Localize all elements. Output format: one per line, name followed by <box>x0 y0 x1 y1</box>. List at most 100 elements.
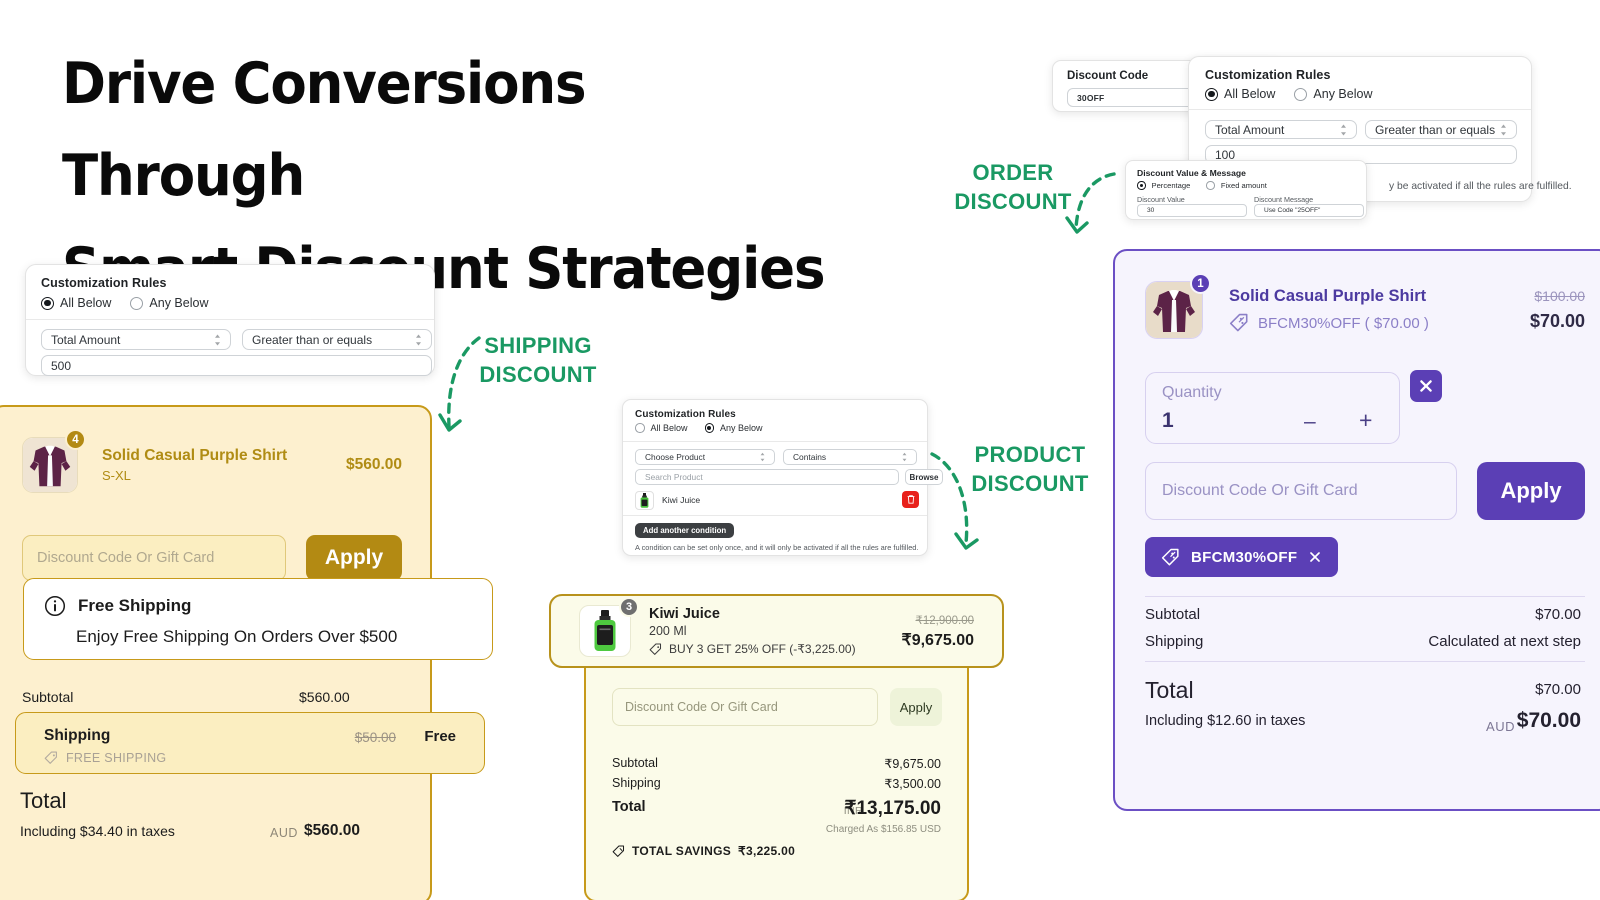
charged-as-note: Charged As $156.85 USD <box>825 824 941 835</box>
cart-item-deal-label: BFCM30%OFF ( $70.00 ) <box>1258 314 1429 332</box>
chevron-updown-icon <box>215 334 220 345</box>
product-search-input[interactable]: Search Product <box>635 469 899 485</box>
cart-item-new-price: ₹9,675.00 <box>901 631 974 649</box>
order-rules-condition-value: Total Amount <box>1215 122 1285 137</box>
free-shipping-notice: Free Shipping Enjoy Free Shipping On Ord… <box>23 578 493 660</box>
add-another-condition-button[interactable]: Add another condition <box>635 523 735 538</box>
quantity-value: 1 <box>1162 409 1174 432</box>
product-rules-condition-select[interactable]: Choose Product <box>635 449 775 465</box>
shipping-value: ₹3,500.00 <box>884 777 941 791</box>
product-rules-any-below-label: Any Below <box>720 423 763 433</box>
discount-message-input[interactable]: Use Code "25OFF" <box>1254 204 1364 217</box>
discount-code-input[interactable]: Discount Code Or Gift Card <box>22 535 286 581</box>
discount-code-row: Discount Code Or Gift Card Apply <box>612 688 942 726</box>
discount-tag-icon <box>649 643 662 655</box>
page-title-line-1: Drive Conversions Through <box>62 51 587 210</box>
free-shipping-body: Enjoy Free Shipping On Orders Over $500 <box>76 627 398 646</box>
product-rules-all-below-option[interactable]: All Below <box>635 423 688 433</box>
product-rules-operator-select[interactable]: Contains <box>783 449 917 465</box>
product-rules-radio-group: All Below Any Below <box>635 423 763 433</box>
subtotal-value: $70.00 <box>1535 606 1581 623</box>
subtotal-label: Subtotal <box>22 689 74 705</box>
shipping-rules-any-below-label: Any Below <box>149 296 209 310</box>
product-rules-title: Customization Rules <box>635 409 736 420</box>
discount-type-fixed-option[interactable]: Fixed amount <box>1206 181 1267 190</box>
shipping-rules-condition-select[interactable]: Total Amount <box>41 329 231 350</box>
total-currency: AUD <box>1486 719 1515 734</box>
discount-tag-icon <box>44 751 57 764</box>
arrow-to-order-panel <box>1065 172 1116 234</box>
quantity-badge: 4 <box>65 429 86 450</box>
cart-item-deal: BFCM30%OFF ( $70.00 ) <box>1229 313 1429 333</box>
juice-bottle-icon <box>594 610 616 651</box>
total-currency: AUD <box>270 826 298 840</box>
shipping-rules-operator-select[interactable]: Greater than or equals <box>242 329 432 350</box>
shipping-final-price: Free <box>424 728 456 745</box>
discount-value-text: 30 <box>1147 207 1155 214</box>
quantity-decrease-button[interactable]: – <box>1304 410 1316 434</box>
discount-message-text: Use Code "25OFF" <box>1264 207 1321 214</box>
apply-button[interactable]: Apply <box>890 688 942 726</box>
discount-code-row: Discount Code Or Gift Card Apply <box>1145 462 1585 520</box>
discount-code-input[interactable]: Discount Code Or Gift Card <box>612 688 878 726</box>
shipping-rules-value: 500 <box>51 358 72 373</box>
shipping-rules-any-below-option[interactable]: Any Below <box>130 296 208 310</box>
shipping-label: Shipping <box>44 727 111 744</box>
discount-tag-icon <box>1161 548 1179 565</box>
discount-code-placeholder: Discount Code Or Gift Card <box>1162 482 1358 499</box>
cart-item-prices: ₹12,900.00 ₹9,675.00 <box>902 613 974 650</box>
quantity-label: Quantity <box>1162 384 1222 401</box>
discount-tag-icon <box>1229 313 1248 332</box>
applied-discount-chip[interactable]: BFCM30%OFF <box>1145 537 1339 577</box>
product-rules-helper-text: A condition can be set only once, and it… <box>635 543 919 552</box>
discount-type-fixed-label: Fixed amount <box>1220 181 1267 190</box>
selected-product-row: Kiwi Juice <box>635 489 919 511</box>
shipping-rules-title: Customization Rules <box>41 276 167 290</box>
remove-item-button[interactable] <box>1410 370 1442 402</box>
order-rules-condition-select[interactable]: Total Amount <box>1205 120 1357 139</box>
discount-value-label: Discount Value <box>1137 195 1185 204</box>
inr-cart-line-item: 3 Kiwi Juice 200 Ml BUY 3 GET 25% OFF (-… <box>549 594 1004 668</box>
product-rules-any-below-option[interactable]: Any Below <box>704 423 763 433</box>
quantity-stepper[interactable]: Quantity 1 – + <box>1145 372 1400 444</box>
shipping-rules-all-below-option[interactable]: All Below <box>41 296 111 310</box>
trash-icon <box>907 495 914 504</box>
order-rules-all-below-option[interactable]: All Below <box>1205 87 1275 101</box>
remove-discount-icon[interactable] <box>1308 550 1322 564</box>
discount-value-message-title: Discount Value & Message <box>1137 168 1246 178</box>
total-savings-label: TOTAL SAVINGS <box>632 844 732 858</box>
product-image-wrapper: 4 <box>22 429 86 493</box>
order-rules-operator-select[interactable]: Greater than or equals <box>1365 120 1517 139</box>
delete-product-button[interactable] <box>902 491 919 508</box>
order-rules-any-below-option[interactable]: Any Below <box>1294 87 1372 101</box>
discount-code-input[interactable]: Discount Code Or Gift Card <box>1145 462 1457 520</box>
cart-item-price: $560.00 <box>345 456 402 473</box>
info-icon <box>44 595 66 617</box>
radio-unselected-icon <box>1206 181 1215 190</box>
apply-button[interactable]: Apply <box>306 535 402 581</box>
order-rules-any-below-label: Any Below <box>1313 87 1373 101</box>
subtotal-label: Subtotal <box>612 756 658 770</box>
shipping-rules-value-input[interactable]: 500 <box>41 355 432 376</box>
discount-type-radio-group: Percentage Fixed amount <box>1137 181 1267 190</box>
divider <box>1189 109 1531 110</box>
apply-button[interactable]: Apply <box>1477 462 1585 520</box>
shipping-label: Shipping <box>612 776 661 790</box>
free-shipping-header: Free Shipping <box>44 595 191 617</box>
shipping-original-price: $50.00 <box>354 730 396 745</box>
radio-unselected-icon <box>635 423 645 433</box>
total-label: Total <box>612 799 646 815</box>
discount-type-percentage-option[interactable]: Percentage <box>1137 181 1190 190</box>
subtotal-label: Subtotal <box>1145 606 1201 623</box>
cart-item-title: Solid Casual Purple Shirt <box>102 447 288 464</box>
radio-selected-icon <box>704 423 715 433</box>
radio-selected-icon <box>1137 181 1146 190</box>
cart-line-item: 1 Solid Casual Purple Shirt BFCM30%OFF (… <box>1145 273 1585 339</box>
tax-note: Including $12.60 in taxes <box>1145 713 1306 729</box>
discount-code-value: 30OFF <box>1077 92 1105 103</box>
discount-value-input[interactable]: 30 <box>1137 204 1247 217</box>
cart-item-meta: Kiwi Juice 200 Ml BUY 3 GET 25% OFF (-₹3… <box>649 606 856 656</box>
arrow-to-product-card <box>930 452 979 550</box>
product-search-placeholder: Search Product <box>645 472 703 482</box>
quantity-increase-button[interactable]: + <box>1359 407 1372 434</box>
